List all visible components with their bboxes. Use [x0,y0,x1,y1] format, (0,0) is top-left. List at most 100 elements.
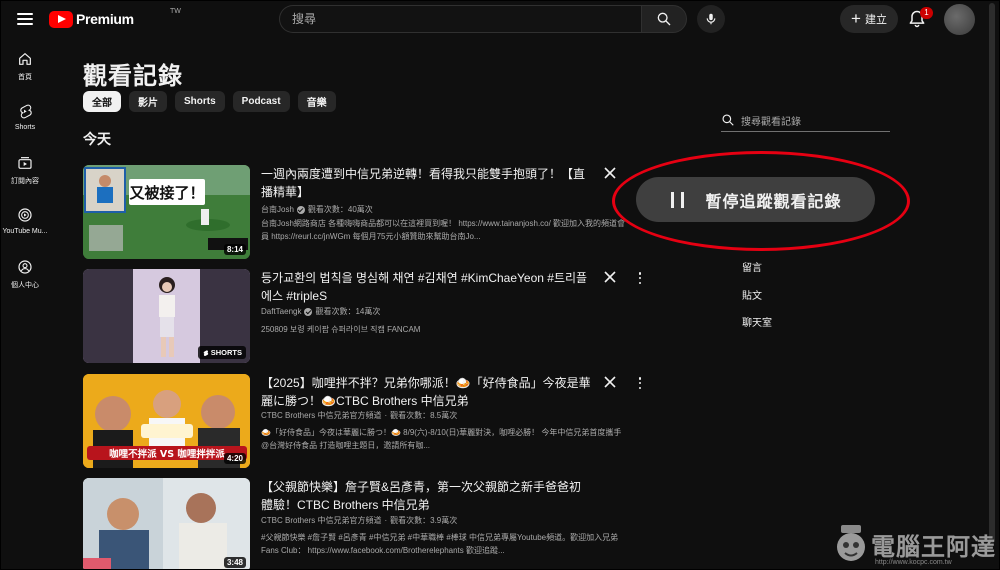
video-meta: 台南Josh 觀看次數：40萬次 [261,204,373,215]
guide-sidebar: 首頁 Shorts 訂閱內容 YouTube Mu... 個人中心 [1,45,49,305]
scrollbar-thumb[interactable] [989,3,995,543]
sidebar-item-label: YouTube Mu... [2,228,48,235]
verified-icon [296,205,305,214]
sidebar-item-label: Shorts [14,124,36,131]
video-thumbnail[interactable]: 咖哩不拌派 VS 咖哩拌拌派 4:20 [83,374,250,468]
chip-videos[interactable]: 影片 [129,91,167,112]
video-description: 🍛「好侍食品」今夜は華麗に勝つ！🍛 8/9(六)-8/10(日)華麗對決，咖哩必… [261,428,622,450]
pause-icon [671,191,685,208]
sidebar-item-subscriptions[interactable]: 訂閱內容 [1,149,49,201]
video-thumbnail[interactable]: 3:48 [83,478,250,569]
channel-name[interactable]: 台南Josh [261,204,294,215]
view-count: 觀看次數：3.9萬次 [390,516,458,525]
remove-from-history-icon[interactable] [602,374,618,390]
meta-separator: · [384,516,388,525]
logo-text: Premium [76,11,134,27]
filter-chips: 全部 影片 Shorts Podcast 音樂 [83,91,336,112]
more-actions-icon[interactable] [636,271,644,285]
youtube-history-page: Premium TW + 建立 1 首頁 [0,0,1000,570]
history-video-item: 3:48 【父親節快樂】詹子賢&呂彥青，第一次父親節之新手爸爸初體驗！CTBC … [83,478,643,569]
video-title[interactable]: 등가교환의 법칙을 명심해 채연 #김채연 #KimChaeYeon #트리플에… [261,269,591,305]
video-description: 250809 보령 케이팝 슈퍼라이브 직캠 FANCAM [261,325,421,334]
home-icon [19,53,31,65]
remove-from-history-icon[interactable] [602,165,618,181]
sidebar-item-home[interactable]: 首頁 [1,45,49,97]
history-video-item: 又被接了！ 8:14 一週內兩度遭到中信兄弟逆轉！看得我只能雙手抱頭了！【直播精… [83,165,643,261]
meta-separator: · [384,411,388,420]
subscriptions-icon [18,157,32,169]
microphone-icon [706,13,716,25]
history-search-placeholder: 搜尋觀看記錄 [741,116,801,128]
youtube-premium-logo[interactable]: Premium TW [49,8,181,29]
link-live-chat[interactable]: 聊天室 [742,314,772,329]
chip-music[interactable]: 音樂 [297,91,336,112]
view-count: 觀看次數：8.5萬次 [390,411,458,420]
watermark-url: http://www.kocpc.com.tw [875,559,952,566]
thumbnail-caption: 咖哩不拌派 VS 咖哩拌拌派 [109,448,225,460]
sidebar-item-youtube-music[interactable]: YouTube Mu... [1,201,49,253]
video-title[interactable]: 一週內兩度遭到中信兄弟逆轉！看得我只能雙手抱頭了！【直播精華】 [261,165,591,201]
more-actions-icon[interactable] [636,376,644,390]
account-avatar[interactable] [944,4,975,35]
sidebar-item-label: 個人中心 [11,282,39,289]
sidebar-item-label: 首頁 [18,74,32,81]
page-scrollbar[interactable] [989,3,995,569]
video-title[interactable]: 【父親節快樂】詹子賢&呂彥青，第一次父親節之新手爸爸初體驗！CTBC Broth… [261,478,591,514]
person-icon [18,260,32,274]
shorts-icon [20,104,32,119]
youtube-music-icon [18,208,32,222]
channel-name[interactable]: CTBC Brothers 中信兄弟官方頻道 [261,410,381,421]
video-title[interactable]: 【2025】咖哩拌不拌？兄弟你哪派！🍛「好侍食品」今夜是華麗に勝つ！🍛CTBC … [261,374,591,410]
search-input[interactable] [292,12,629,26]
video-meta: CTBC Brothers 中信兄弟官方頻道 · 觀看次數：8.5萬次 [261,410,457,421]
video-thumbnail[interactable]: SHORTS [83,269,250,363]
sidebar-item-you[interactable]: 個人中心 [1,253,49,305]
thumbnail-image [83,478,250,569]
search-icon [722,114,734,126]
voice-search-button[interactable] [697,5,725,33]
mascot-logo [837,525,865,561]
sidebar-item-shorts[interactable]: Shorts [1,97,49,149]
view-count: 觀看次數：14萬次 [315,307,381,316]
channel-name[interactable]: CTBC Brothers 中信兄弟官方頻道 [261,515,381,526]
chip-all[interactable]: 全部 [83,91,121,112]
youtube-logo-icon [49,10,73,28]
channel-name[interactable]: DaftTaengk [261,307,301,316]
search-button[interactable] [641,5,687,33]
search-bar [279,5,687,33]
view-count: 觀看次數：40萬次 [307,205,373,214]
video-duration: 3:48 [223,557,246,568]
thumbnail-caption: 又被接了！ [129,184,204,202]
create-label: 建立 [864,14,887,26]
shorts-badge: SHORTS [197,346,246,359]
video-duration: 4:20 [223,453,246,464]
chip-podcast[interactable]: Podcast [232,91,290,112]
history-search-field[interactable]: 搜尋觀看記錄 [721,109,890,132]
pause-watch-history-button[interactable]: 暫停追蹤觀看記錄 [636,177,875,222]
menu-icon[interactable] [15,10,35,28]
shorts-icon [203,349,208,356]
history-video-item: SHORTS 등가교환의 법칙을 명심해 채연 #김채연 #KimChaeYeo… [83,269,643,365]
plus-icon: + [851,8,861,28]
sidebar-item-label: 訂閱內容 [11,178,39,185]
create-button[interactable]: + 建立 [840,5,898,33]
link-comments[interactable]: 留言 [742,259,762,274]
watermark: 電腦王阿達 http://www.kocpc.com.tw [831,519,997,569]
top-bar: Premium TW + 建立 1 [1,1,999,37]
video-meta: DaftTaengk 觀看次數：14萬次 [261,306,380,317]
video-duration: 8:14 [223,244,246,255]
link-posts[interactable]: 貼文 [742,287,762,302]
verified-icon [304,307,313,316]
video-description: #父親節快樂 #詹子賢 #呂彥青 #中信兄弟 #中華職棒 #棒球 中信兄弟專屬Y… [261,533,619,555]
video-thumbnail[interactable]: 又被接了！ 8:14 [83,165,250,259]
video-meta: CTBC Brothers 中信兄弟官方頻道 · 觀看次數：3.9萬次 [261,515,457,526]
page-title: 觀看記錄 [83,63,183,90]
notifications-button[interactable]: 1 [907,7,933,31]
notification-badge: 1 [920,7,933,19]
chip-shorts[interactable]: Shorts [175,91,225,112]
watermark-text: 電腦王阿達 [871,533,996,561]
search-icon [657,12,671,26]
video-description: 台南Josh網路商店 各種嗨嗨商品都可以在這裡買到喔！ https://www.… [261,219,626,241]
remove-from-history-icon[interactable] [602,269,618,285]
search-box[interactable] [279,5,641,33]
